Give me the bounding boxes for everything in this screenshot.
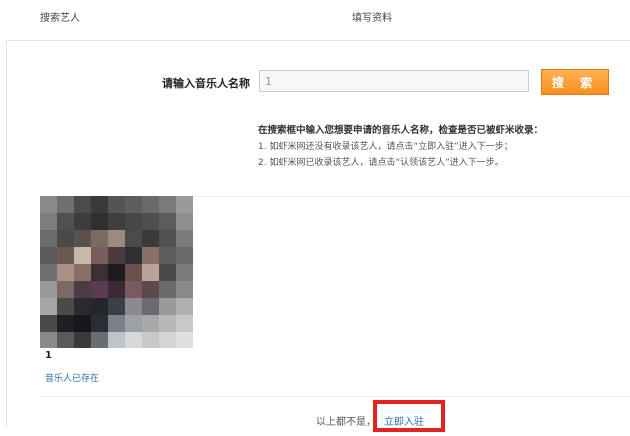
avatar-pixel — [125, 264, 142, 281]
hint-title: 在搜索框中输入您想要申请的音乐人名称，检查是否已被虾米收录： — [258, 125, 544, 136]
avatar-pixel — [108, 298, 125, 315]
avatar-pixel — [176, 264, 193, 281]
avatar-pixel — [125, 332, 142, 348]
avatar-pixel — [125, 230, 142, 247]
avatar-pixel — [40, 247, 57, 264]
avatar-pixel — [142, 196, 159, 213]
avatar-pixel — [108, 247, 125, 264]
avatar-pixel — [74, 213, 91, 230]
avatar-pixel — [57, 247, 74, 264]
avatar-pixel — [159, 264, 176, 281]
avatar-pixel — [125, 281, 142, 298]
avatar-pixel — [40, 264, 57, 281]
avatar-pixel — [142, 332, 159, 348]
avatar-pixel — [74, 332, 91, 348]
avatar-pixel — [91, 315, 108, 332]
avatar-pixel — [159, 281, 176, 298]
avatar-pixel — [40, 332, 57, 348]
avatar-pixel — [91, 264, 108, 281]
avatar-pixel — [108, 332, 125, 348]
avatar-pixel — [40, 315, 57, 332]
none-of-above-text: 以上都不是， — [316, 417, 376, 428]
avatar-pixel — [176, 332, 193, 348]
avatar-pixel — [108, 230, 125, 247]
avatar-pixel — [40, 298, 57, 315]
avatar-pixel — [125, 196, 142, 213]
avatar-pixel — [142, 315, 159, 332]
avatar-pixel — [57, 281, 74, 298]
avatar-pixel — [159, 298, 176, 315]
avatar-pixel — [57, 213, 74, 230]
avatar-pixel — [74, 230, 91, 247]
avatar-pixel — [125, 298, 142, 315]
avatar-pixel — [91, 213, 108, 230]
avatar-pixel — [108, 213, 125, 230]
artist-avatar[interactable] — [40, 196, 193, 348]
avatar-pixel — [74, 247, 91, 264]
avatar-pixel — [91, 332, 108, 348]
avatar-pixel — [125, 315, 142, 332]
avatar-pixel — [91, 230, 108, 247]
avatar-pixel — [40, 196, 57, 213]
avatar-pixel — [74, 264, 91, 281]
avatar-pixel — [142, 264, 159, 281]
avatar-pixel — [40, 213, 57, 230]
avatar-pixel — [142, 213, 159, 230]
avatar-pixel — [125, 247, 142, 264]
avatar-pixel — [57, 298, 74, 315]
avatar-pixel — [159, 213, 176, 230]
avatar-pixel — [176, 315, 193, 332]
highlight-box — [373, 400, 445, 432]
avatar-pixel — [159, 247, 176, 264]
avatar-pixel — [108, 281, 125, 298]
avatar-pixel — [74, 315, 91, 332]
avatar-pixel — [176, 281, 193, 298]
avatar-pixel — [108, 315, 125, 332]
avatar-pixel — [142, 281, 159, 298]
avatar-pixel — [91, 196, 108, 213]
avatar-pixel — [74, 298, 91, 315]
bottom-divider — [40, 396, 630, 397]
search-button[interactable]: 搜 索 — [541, 69, 609, 95]
avatar-pixel — [142, 298, 159, 315]
avatar-pixel — [159, 315, 176, 332]
avatar-pixel — [142, 247, 159, 264]
hint-line-1: 1. 如虾米网还没有收录该艺人，请点击“立即入驻”进入下一步； — [258, 142, 513, 152]
avatar-pixel — [176, 298, 193, 315]
artist-name[interactable]: 1 — [45, 350, 52, 361]
avatar-pixel — [159, 230, 176, 247]
step-bar: 搜索艺人 填写资料 — [0, 0, 630, 40]
avatar-pixel — [142, 230, 159, 247]
avatar-pixel — [57, 196, 74, 213]
avatar-pixel — [74, 196, 91, 213]
hint-line-2: 2. 如虾米网已收录该艺人，请点击“认领该艺人”进入下一步。 — [258, 158, 504, 168]
avatar-pixel — [176, 247, 193, 264]
avatar-pixel — [74, 281, 91, 298]
avatar-pixel — [57, 332, 74, 348]
avatar-pixel — [91, 247, 108, 264]
avatar-pixel — [40, 281, 57, 298]
step-search-artist: 搜索艺人 — [40, 13, 80, 24]
avatar-pixel — [125, 213, 142, 230]
avatar-pixel — [159, 332, 176, 348]
avatar-pixel — [108, 196, 125, 213]
search-input[interactable]: 1 — [259, 70, 529, 92]
avatar-pixel — [57, 315, 74, 332]
avatar-pixel — [40, 230, 57, 247]
avatar-pixel — [57, 264, 74, 281]
avatar-pixel — [57, 230, 74, 247]
avatar-pixel — [176, 213, 193, 230]
avatar-pixel — [176, 230, 193, 247]
avatar-pixel — [108, 264, 125, 281]
avatar-pixel — [159, 196, 176, 213]
artist-exists-status: 音乐人已存在 — [45, 374, 100, 384]
step-fill-info: 填写资料 — [352, 13, 392, 24]
avatar-pixel — [176, 196, 193, 213]
search-label: 请输入音乐人名称 — [162, 77, 250, 90]
avatar-pixel — [91, 281, 108, 298]
avatar-pixel — [91, 298, 108, 315]
